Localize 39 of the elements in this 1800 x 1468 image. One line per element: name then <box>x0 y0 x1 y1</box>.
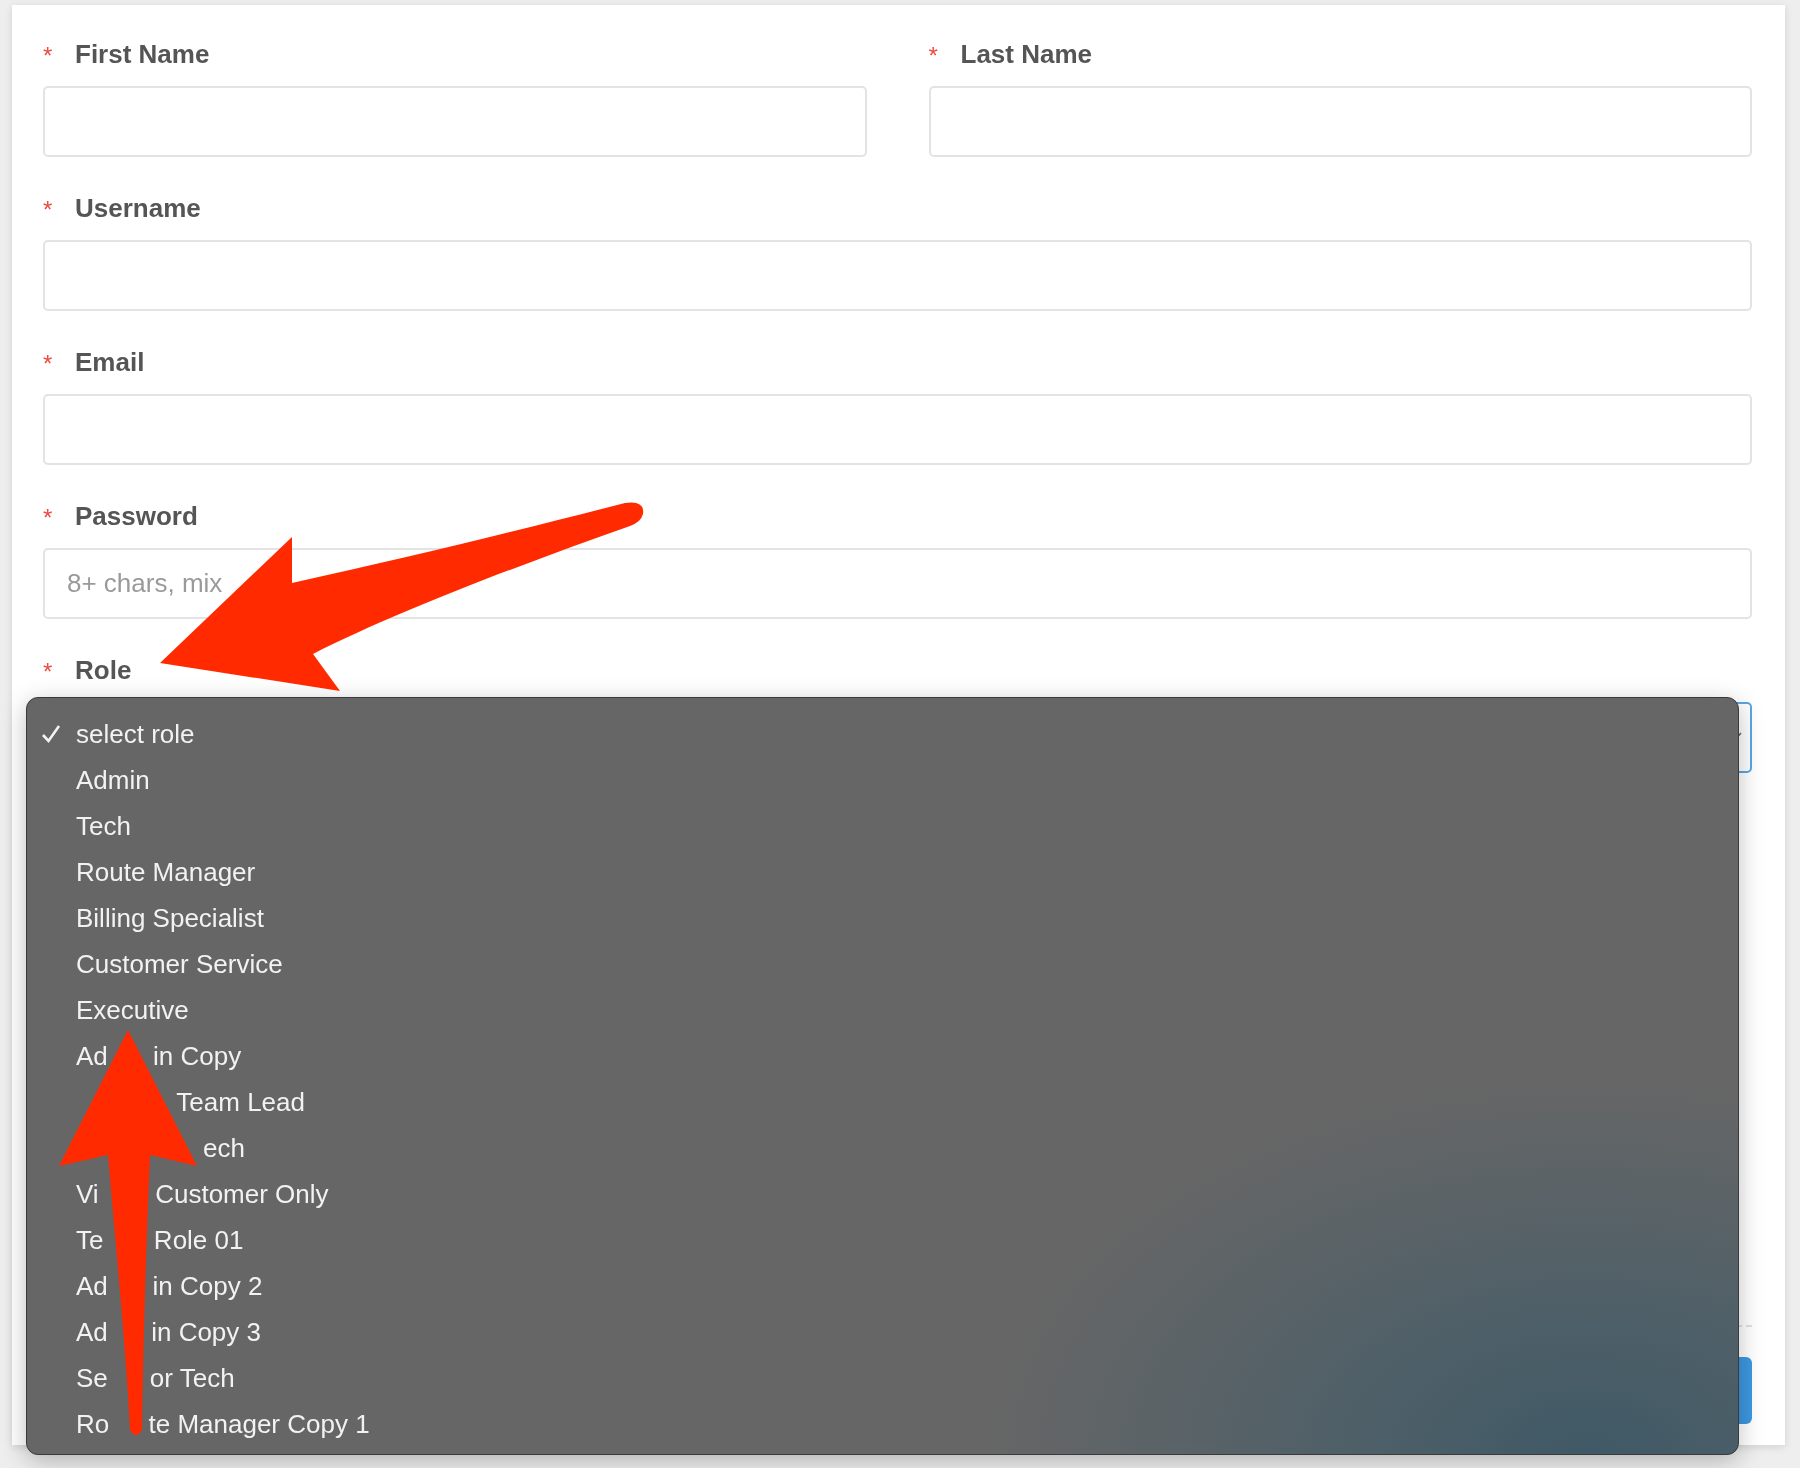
option-label[interactable]: in Copy <box>153 1040 242 1072</box>
field-label: Password <box>75 500 198 532</box>
option-label[interactable]: Route Manager <box>76 856 256 888</box>
option-label[interactable]: Vi <box>76 1178 99 1210</box>
input-field[interactable] <box>43 240 1752 311</box>
option-label[interactable]: in Copy 2 <box>152 1270 263 1302</box>
option-label[interactable]: te Manager Copy 1 <box>148 1408 370 1440</box>
option-label[interactable]: Admin <box>76 764 150 796</box>
option-label[interactable]: Team Lead <box>176 1086 305 1118</box>
option-label[interactable]: Te <box>76 1224 104 1256</box>
field-label: First Name <box>75 38 210 70</box>
option-label[interactable]: Tech <box>76 810 131 842</box>
option-label[interactable]: Customer Service <box>76 948 283 980</box>
input-field[interactable] <box>43 86 867 157</box>
option-label[interactable]: Customer Only <box>155 1178 329 1210</box>
input-field[interactable] <box>928 86 1752 157</box>
option-label[interactable]: or Tech <box>149 1362 235 1394</box>
required-mark: * <box>43 657 54 684</box>
option-label[interactable]: Role 01 <box>153 1224 244 1256</box>
field-label: Email <box>75 346 145 378</box>
required-mark: * <box>928 41 939 68</box>
field-label: Role <box>75 654 132 686</box>
field-label: Username <box>75 192 201 224</box>
option-label[interactable]: Billing Specialist <box>76 902 264 934</box>
option-label[interactable]: select role <box>76 718 195 750</box>
option-label[interactable]: Executive <box>76 994 189 1026</box>
field-label: Last Name <box>960 38 1092 70</box>
required-mark: * <box>43 349 54 376</box>
required-mark: * <box>43 503 54 530</box>
option-label[interactable]: Ad <box>76 1316 108 1348</box>
option-label[interactable]: Ro <box>76 1408 110 1440</box>
required-mark: * <box>43 195 54 222</box>
option-label[interactable]: in Copy 3 <box>151 1316 261 1348</box>
option-label[interactable]: Se <box>76 1362 108 1394</box>
required-mark: * <box>43 41 54 68</box>
option-label[interactable]: ech <box>203 1132 245 1164</box>
option-label[interactable]: Ad <box>76 1270 108 1302</box>
option-label[interactable]: Ad <box>76 1040 108 1072</box>
input-field[interactable] <box>43 394 1752 465</box>
